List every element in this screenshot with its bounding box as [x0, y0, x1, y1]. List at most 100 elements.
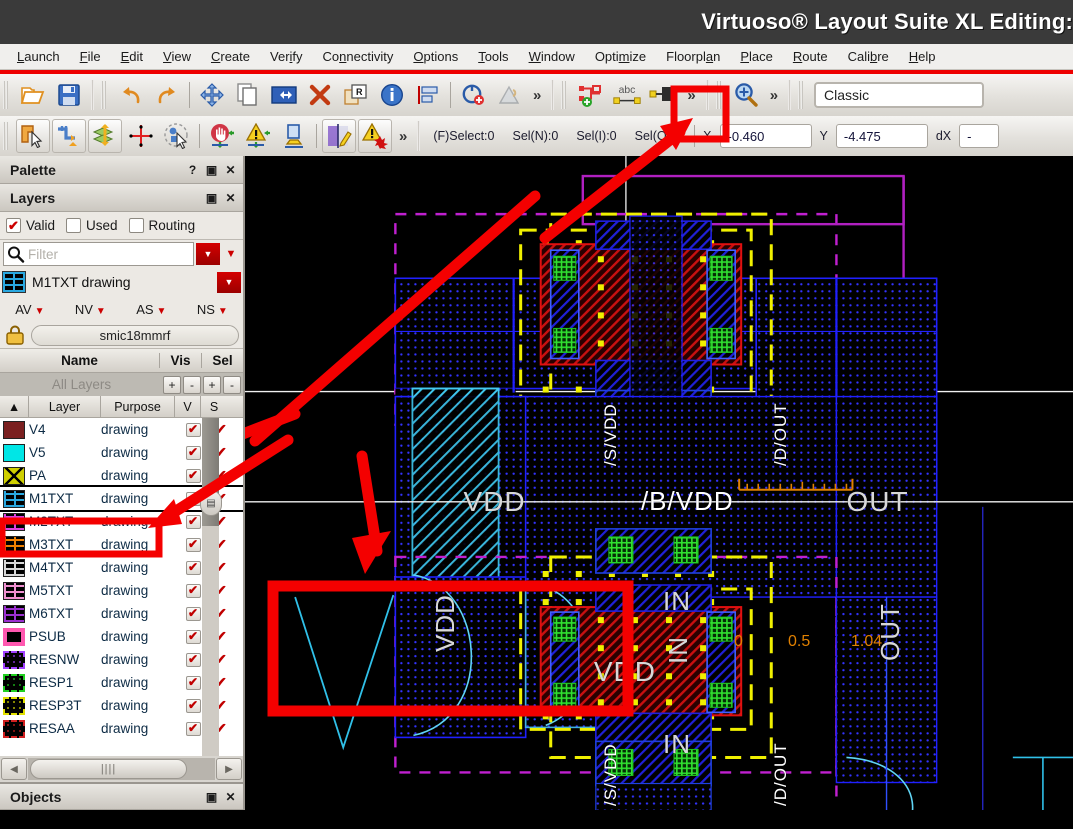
all-layers-row[interactable]: All Layers + - + - — [0, 373, 243, 396]
flatten-icon[interactable] — [492, 78, 526, 112]
column-s[interactable]: S — [201, 396, 227, 417]
layer-swatch[interactable] — [3, 558, 25, 577]
layer-swatch[interactable] — [3, 719, 25, 738]
layer-swatch[interactable] — [3, 673, 25, 692]
filter-options-caret[interactable]: ▼ — [222, 248, 240, 260]
open-file-icon[interactable] — [16, 78, 50, 112]
layer-swatch[interactable] — [3, 512, 25, 531]
toolbar-overflow-3[interactable]: » — [764, 87, 784, 104]
select-partial-icon[interactable] — [16, 119, 50, 153]
checkbox-valid[interactable] — [6, 218, 21, 233]
as-button[interactable]: AS ▼ — [136, 302, 166, 317]
layer-swatch[interactable] — [3, 696, 25, 715]
layer-swatch[interactable] — [3, 443, 25, 462]
menu-item-optimize[interactable]: Optimize — [586, 46, 655, 67]
warning-down-icon[interactable] — [241, 119, 275, 153]
hscroll-right-arrow[interactable]: ▶ — [216, 758, 242, 780]
ns-button[interactable]: NS ▼ — [197, 302, 228, 317]
menu-item-options[interactable]: Options — [404, 46, 467, 67]
x-coordinate-input[interactable]: -0.460 — [719, 124, 812, 148]
delete-icon[interactable] — [303, 78, 337, 112]
layer-swatch[interactable] — [3, 535, 25, 554]
hscroll-left-arrow[interactable]: ◀ — [1, 758, 27, 780]
all-vis-minus[interactable]: - — [183, 375, 201, 394]
all-vis-plus[interactable]: + — [163, 375, 181, 394]
toolbar2-grip[interactable] — [3, 121, 12, 151]
toolbar-overflow-1[interactable]: » — [527, 87, 547, 104]
menu-item-window[interactable]: Window — [520, 46, 584, 67]
float-icon[interactable]: ▣ — [203, 161, 220, 178]
copy-icon[interactable] — [231, 78, 265, 112]
undo-icon[interactable] — [114, 78, 148, 112]
layout-drawing[interactable] — [245, 156, 1073, 810]
layer-list[interactable]: V4 drawing ✔ ✔ V5 drawing ✔ ✔ PA drawing ✔ ✔ M1TXT dr… — [0, 418, 243, 756]
objects-close-icon[interactable]: ✕ — [222, 788, 239, 805]
objects-float-icon[interactable]: ▣ — [203, 788, 220, 805]
select-objects-icon[interactable] — [160, 119, 194, 153]
stretch-icon[interactable] — [267, 78, 301, 112]
layer-list-hscroll[interactable]: ◀ |||| ▶ — [0, 756, 243, 782]
create-label-button[interactable]: abc — [610, 78, 644, 112]
dx-coordinate-input[interactable]: - — [959, 124, 1000, 148]
layer-list-scroll-grip[interactable]: ▤ — [200, 490, 222, 516]
layer-swatch[interactable] — [3, 627, 25, 646]
toolbar-grip-5[interactable] — [798, 80, 807, 110]
layer-swatch[interactable] — [3, 489, 25, 508]
create-pin-icon[interactable] — [574, 78, 608, 112]
help-icon[interactable]: ? — [184, 161, 201, 178]
redo-icon[interactable] — [150, 78, 184, 112]
pin-down-icon[interactable] — [277, 119, 311, 153]
layers-close-icon[interactable]: ✕ — [222, 189, 239, 206]
crosshair-icon[interactable] — [124, 119, 158, 153]
properties-icon[interactable] — [375, 78, 409, 112]
menu-item-route[interactable]: Route — [784, 46, 837, 67]
edit-in-place-icon[interactable] — [322, 119, 356, 153]
hscroll-track[interactable]: |||| — [28, 758, 215, 780]
lpp-dropdown-button[interactable]: ▼ — [217, 271, 241, 293]
menu-item-launch[interactable]: Launch — [8, 46, 69, 67]
menu-item-help[interactable]: Help — [900, 46, 945, 67]
menu-item-verify[interactable]: Verify — [261, 46, 312, 67]
hscroll-thumb[interactable]: |||| — [30, 759, 188, 779]
lock-icon[interactable] — [4, 325, 26, 345]
zoom-magnifier-icon[interactable] — [729, 78, 763, 112]
save-icon[interactable] — [52, 78, 86, 112]
all-sel-minus[interactable]: - — [223, 375, 241, 394]
stop-hand-icon[interactable] — [205, 119, 239, 153]
sort-icon[interactable]: ▲ — [0, 396, 29, 417]
column-v[interactable]: V — [175, 396, 201, 417]
layers-float-icon[interactable]: ▣ — [203, 189, 220, 206]
drc-warning-icon[interactable] — [358, 119, 392, 153]
layer-swatch[interactable] — [3, 604, 25, 623]
menu-item-calibre[interactable]: Calibre — [839, 46, 898, 67]
menu-item-connectivity[interactable]: Connectivity — [314, 46, 403, 67]
layer-swatch[interactable] — [3, 420, 25, 439]
layout-canvas[interactable]: VDD/S/VDD/B/VDD/D/OUTOUTINVDDVDDINOUT+VD… — [245, 156, 1073, 810]
layer-swatch[interactable] — [3, 581, 25, 600]
checkbox-used[interactable] — [66, 218, 82, 233]
menu-item-edit[interactable]: Edit — [112, 46, 152, 67]
checkbox-routing[interactable] — [128, 218, 144, 233]
toolbar-grip-3[interactable] — [561, 80, 570, 110]
menu-item-tools[interactable]: Tools — [469, 46, 517, 67]
undo-view-icon[interactable] — [456, 78, 490, 112]
create-shape-icon[interactable] — [646, 78, 680, 112]
menu-item-floorplan[interactable]: Floorplan — [657, 46, 729, 67]
reshape-icon[interactable]: R — [339, 78, 373, 112]
align-icon[interactable] — [411, 78, 445, 112]
toolbar2-overflow[interactable]: » — [393, 128, 413, 145]
toolbar-grip-4[interactable] — [715, 80, 725, 110]
layer-swatch[interactable] — [3, 466, 25, 485]
toolbar-grip-2[interactable] — [101, 80, 110, 110]
column-purpose[interactable]: Purpose — [101, 396, 175, 417]
menu-item-place[interactable]: Place — [731, 46, 782, 67]
move-icon[interactable] — [195, 78, 229, 112]
all-sel-plus[interactable]: + — [203, 375, 221, 394]
close-icon[interactable]: ✕ — [222, 161, 239, 178]
column-layer[interactable]: Layer — [29, 396, 101, 417]
filter-dropdown-button[interactable]: ▼ — [196, 243, 220, 265]
layer-swatch[interactable] — [3, 650, 25, 669]
nv-button[interactable]: NV ▼ — [75, 302, 106, 317]
filter-search-box[interactable]: Filter — [3, 242, 194, 266]
tech-library-name[interactable]: smic18mmrf — [31, 324, 239, 346]
